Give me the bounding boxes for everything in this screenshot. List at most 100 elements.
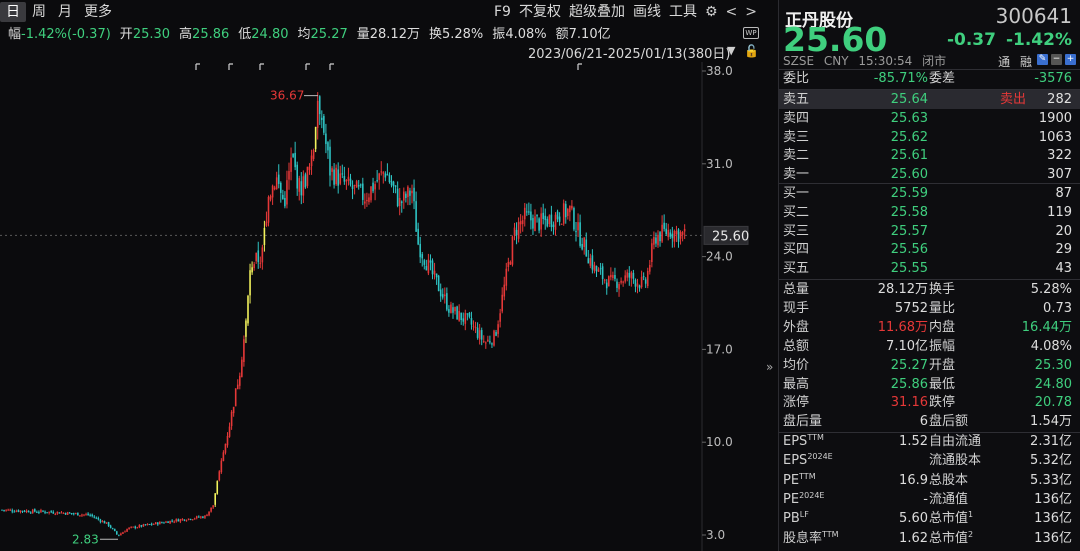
candle-body bbox=[462, 318, 465, 322]
stat-row[interactable]: 盘后量 6 盘后额 1.54万 bbox=[779, 412, 1080, 431]
candle-body bbox=[161, 522, 163, 524]
stat-row[interactable]: 最高 25.86 最低 24.80 bbox=[779, 375, 1080, 394]
candle-body bbox=[411, 190, 413, 194]
weibi-row: 委比 -85.71% 委差 -3576 bbox=[779, 69, 1080, 88]
candle-body bbox=[554, 214, 557, 230]
candle-body bbox=[487, 339, 489, 342]
candle-body bbox=[255, 252, 257, 262]
candle-body bbox=[152, 523, 155, 525]
candle-body bbox=[618, 284, 620, 290]
fund-value: 2.31亿 bbox=[1030, 434, 1072, 449]
candle-body bbox=[136, 527, 139, 529]
candle-body bbox=[75, 513, 77, 515]
candle-body bbox=[345, 180, 348, 182]
candle-body bbox=[64, 512, 67, 515]
candle-body bbox=[552, 224, 555, 228]
ask-price: 25.60 bbox=[890, 167, 928, 183]
candle-body bbox=[669, 232, 672, 237]
candle-body bbox=[181, 519, 184, 521]
candle-body bbox=[560, 223, 563, 225]
fund-value: 136亿 bbox=[1034, 511, 1072, 527]
candle-body bbox=[154, 522, 157, 525]
stat-value: 5.28% bbox=[1030, 282, 1072, 297]
candle-body bbox=[286, 180, 288, 205]
stat-value: 5752 bbox=[894, 300, 928, 316]
candle-body bbox=[271, 185, 274, 198]
ask-row[interactable]: 卖四 25.63 1900 bbox=[779, 109, 1080, 128]
ask-row[interactable]: 卖二 25.61 322 bbox=[779, 146, 1080, 165]
stat-row[interactable]: 均价 25.27 开盘 25.30 bbox=[779, 356, 1080, 375]
sell-tag[interactable]: 卖出 bbox=[1000, 90, 1026, 109]
stat-label: 总额 bbox=[783, 338, 810, 354]
fundamental-row[interactable]: EPSTTM 1.52 自由流通 2.31亿 bbox=[779, 432, 1080, 451]
fundamental-row[interactable]: PE2024E - 流通值 136亿 bbox=[779, 490, 1080, 509]
candle-body bbox=[42, 510, 44, 512]
candlestick-chart[interactable]: 38.0 31.0 24.0 17.0 10.0 3.0 25.60 36.67 2.83 bbox=[0, 0, 766, 551]
candle-body bbox=[263, 227, 266, 246]
candle-body bbox=[173, 521, 175, 523]
candle-body bbox=[296, 164, 298, 189]
candle-body bbox=[308, 166, 311, 170]
stat-row[interactable]: 现手 5752 量比 0.73 bbox=[779, 299, 1080, 318]
ask-level-label: 卖一 bbox=[783, 167, 810, 183]
fundamental-row[interactable]: EPS2024E 流通股本 5.32亿 bbox=[779, 451, 1080, 470]
stat-row[interactable]: 总量 28.12万 换手 5.28% bbox=[779, 280, 1080, 299]
candle-body bbox=[493, 330, 495, 346]
stat-label: 开盘 bbox=[929, 357, 956, 373]
ask-row[interactable]: 卖一 25.60 307 bbox=[779, 165, 1080, 184]
candle-body bbox=[175, 519, 178, 522]
candle-body bbox=[91, 514, 93, 517]
candle-body bbox=[85, 514, 87, 516]
event-flag-icon bbox=[305, 63, 310, 70]
candle-body bbox=[548, 215, 551, 225]
bid-row[interactable]: 买五 25.55 43 bbox=[779, 259, 1080, 278]
bid-row[interactable]: 买三 25.57 20 bbox=[779, 222, 1080, 241]
candle-body bbox=[52, 511, 55, 514]
ask-level-label: 卖三 bbox=[783, 129, 810, 145]
collapse-panel-icon[interactable]: » bbox=[766, 360, 778, 374]
candle-body bbox=[386, 174, 389, 176]
candle-body bbox=[107, 522, 110, 526]
fundamental-row[interactable]: PETTM 16.9 总股本 5.33亿 bbox=[779, 471, 1080, 490]
candle-body bbox=[679, 231, 682, 239]
candle-body bbox=[93, 516, 96, 518]
candle-body bbox=[505, 268, 508, 286]
edit-icon[interactable]: ✎ bbox=[1037, 54, 1048, 65]
fund-value: 5.60 bbox=[899, 511, 928, 527]
candle-body bbox=[17, 510, 20, 512]
candle-body bbox=[253, 264, 255, 269]
fundamental-row[interactable]: PBLF 5.60 总市值1 136亿 bbox=[779, 509, 1080, 528]
candle-body bbox=[470, 317, 473, 325]
ask-row[interactable]: 卖三 25.62 1063 bbox=[779, 128, 1080, 147]
fund-value: 1.62 bbox=[899, 530, 928, 546]
candle-body bbox=[294, 152, 296, 168]
stat-row[interactable]: 总额 7.10亿 振幅 4.08% bbox=[779, 337, 1080, 356]
candle-body bbox=[546, 218, 549, 227]
stat-row[interactable]: 外盘 11.68万 内盘 16.44万 bbox=[779, 318, 1080, 337]
plus-icon[interactable]: + bbox=[1065, 54, 1076, 65]
weibi-label: 委比 bbox=[783, 71, 810, 86]
candle-body bbox=[132, 526, 134, 528]
stat-row[interactable]: 涨停 31.16 跌停 20.78 bbox=[779, 393, 1080, 412]
ask-row[interactable]: 卖五 25.64 282 卖出 bbox=[779, 90, 1080, 110]
bid-row[interactable]: 买一 25.59 87 bbox=[779, 184, 1080, 203]
bid-price: 25.58 bbox=[890, 204, 928, 220]
candle-body bbox=[441, 294, 444, 298]
bid-row[interactable]: 买二 25.58 119 bbox=[779, 203, 1080, 222]
ask-volume: 1063 bbox=[1038, 129, 1072, 145]
bid-row[interactable]: 买四 25.56 29 bbox=[779, 240, 1080, 259]
candle-body bbox=[99, 519, 102, 522]
candle-body bbox=[507, 261, 510, 268]
stat-value: 11.68万 bbox=[877, 319, 928, 335]
candle-body bbox=[331, 168, 333, 172]
minus-icon[interactable]: − bbox=[1051, 54, 1062, 65]
candle-body bbox=[454, 307, 456, 312]
stat-value: 20.78 bbox=[1034, 395, 1072, 411]
candle-body bbox=[649, 264, 651, 272]
candle-body bbox=[677, 229, 680, 242]
candle-body bbox=[398, 197, 401, 207]
fundamental-row[interactable]: 股息率TTM 1.62 总市值2 136亿 bbox=[779, 529, 1080, 548]
fund-label: 自由流通 bbox=[929, 434, 982, 449]
candle-body bbox=[612, 275, 614, 278]
candle-body bbox=[216, 481, 219, 494]
